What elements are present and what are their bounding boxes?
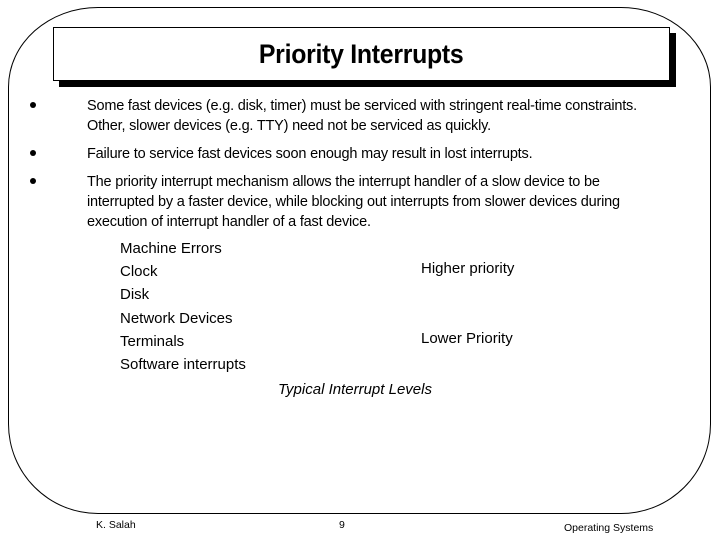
interrupt-level-list: Machine Errors Clock Disk Network Device… [120,237,246,376]
bullet-text: The priority interrupt mechanism allows … [87,174,620,230]
interrupt-level: Terminals [120,332,185,350]
higher-priority-label: Higher priority [421,260,515,277]
bullet-text: Some fast devices (e.g. disk, timer) mus… [87,98,637,134]
title-box: Priority Interrupts [53,27,670,81]
bullet-item: Some fast devices (e.g. disk, timer) mus… [30,96,670,136]
bullet-item: The priority interrupt mechanism allows … [30,172,670,232]
interrupt-level: Clock [120,263,158,281]
bullet-icon [30,178,36,184]
lower-priority-label: Lower Priority [421,330,513,347]
footer-author: K. Salah [96,519,136,531]
bullet-list: Some fast devices (e.g. disk, timer) mus… [30,96,670,240]
interrupt-level: Software interrupts [120,355,246,373]
levels-caption: Typical Interrupt Levels [278,381,432,398]
interrupt-level: Network Devices [120,309,233,327]
slide-title: Priority Interrupts [259,38,464,69]
footer-course: Operating Systems [564,522,654,534]
bullet-item: Failure to service fast devices soon eno… [30,144,670,164]
bullet-icon [30,102,36,108]
bullet-text: Failure to service fast devices soon eno… [87,146,533,162]
bullet-icon [30,150,36,156]
interrupt-level: Machine Errors [120,240,222,257]
interrupt-level: Disk [120,286,150,304]
footer-page-number: 9 [339,519,345,531]
